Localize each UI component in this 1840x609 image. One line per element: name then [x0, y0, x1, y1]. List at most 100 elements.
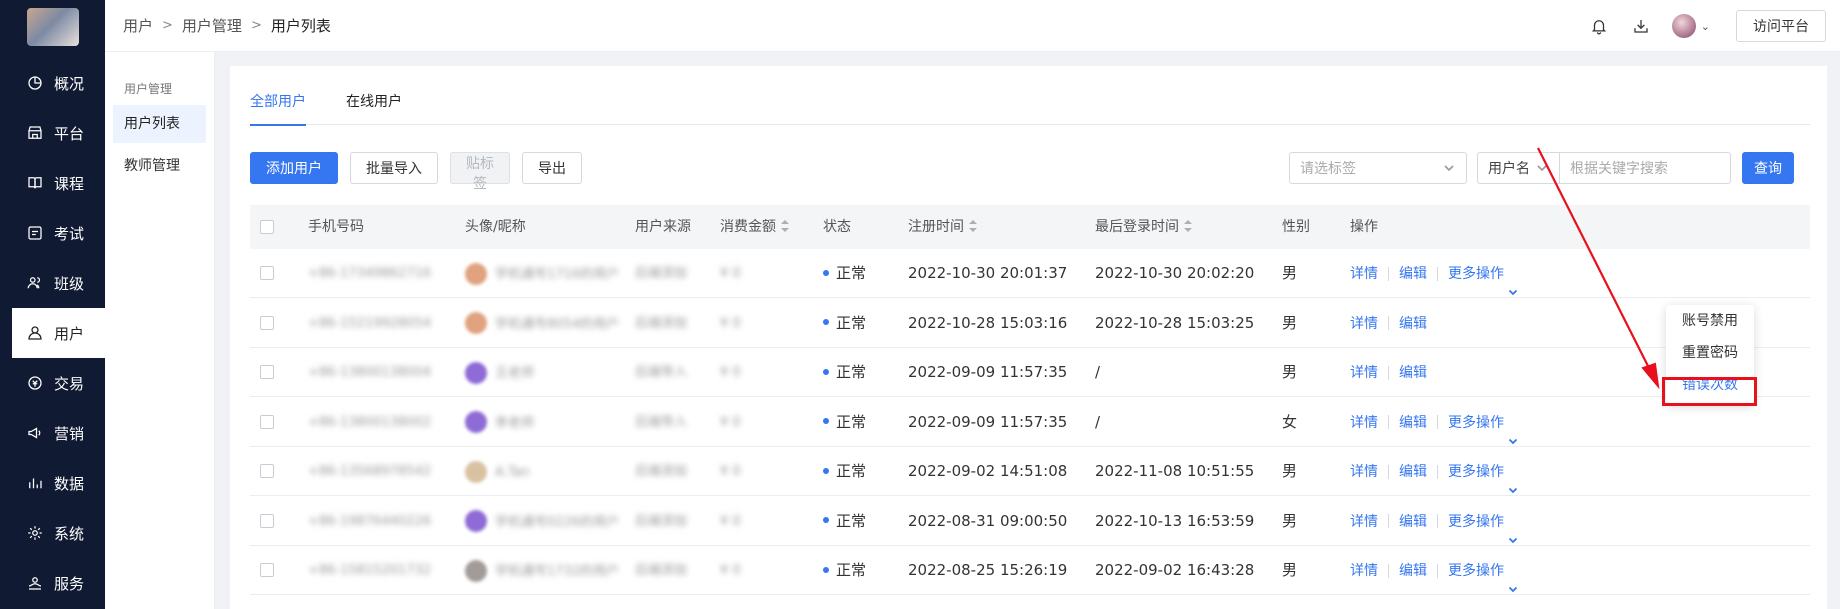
menu-item-disable-account[interactable]: 账号禁用 — [1666, 305, 1754, 337]
breadcrumb-current: 用户列表 — [270, 17, 331, 35]
row-checkbox[interactable] — [260, 464, 274, 478]
nav-item-class[interactable]: 班级 — [0, 258, 105, 308]
status-text: 正常 — [836, 264, 867, 282]
status-dot-icon — [823, 517, 829, 523]
more-actions-link[interactable]: 更多操作 — [1448, 415, 1518, 444]
sort-icon[interactable] — [969, 220, 977, 232]
system-icon — [26, 524, 44, 542]
logo[interactable] — [26, 8, 79, 46]
query-button[interactable]: 查询 — [1742, 152, 1794, 184]
row-checkbox[interactable] — [260, 315, 274, 330]
cell-status: 正常 — [823, 299, 866, 348]
tab-online-users[interactable]: 在线用户 — [346, 90, 402, 125]
book-icon — [26, 174, 44, 192]
edit-link[interactable]: 编辑 — [1399, 563, 1427, 579]
status-text: 正常 — [836, 511, 867, 530]
nav-item-book[interactable]: 课程 — [0, 158, 105, 208]
nav-item-data[interactable]: 数据 — [0, 458, 105, 508]
cell-avatar-name: 学机通号1732的用户 — [465, 546, 619, 595]
subnav-item-user-list[interactable]: 用户列表 — [113, 105, 206, 143]
detail-link[interactable]: 详情 — [1350, 365, 1378, 381]
cell-reg-time: 2022-08-25 15:26:19 — [908, 561, 1068, 579]
edit-link[interactable]: 编辑 — [1399, 514, 1427, 530]
more-actions-link[interactable]: 更多操作 — [1448, 563, 1518, 593]
status-dot-icon — [823, 368, 829, 375]
edit-link[interactable]: 编辑 — [1399, 316, 1427, 332]
nav-item-label: 系统 — [54, 524, 85, 543]
nav-item-label: 数据 — [54, 474, 85, 493]
edit-link[interactable]: 编辑 — [1399, 415, 1427, 431]
cell-status: 正常 — [823, 348, 866, 397]
nav-item-trade[interactable]: 交易 — [0, 358, 105, 408]
detail-link[interactable]: 详情 — [1350, 316, 1378, 332]
th-amount[interactable]: 消费金额 — [720, 205, 789, 249]
nav-item-service[interactable]: 服务 — [0, 558, 105, 608]
avatar — [465, 411, 487, 433]
subnav-item-teacher-management[interactable]: 教师管理 — [113, 147, 206, 185]
row-checkbox[interactable] — [260, 414, 274, 429]
nav-item-label: 考试 — [54, 224, 85, 243]
search-input[interactable]: 根据关键字搜索 — [1559, 152, 1731, 184]
edit-link[interactable]: 编辑 — [1399, 365, 1427, 381]
nav-item-store[interactable]: 平台 — [0, 108, 105, 158]
cell-actions: 详情 编辑 更多操作 — [1350, 249, 1518, 298]
cell-status: 正常 — [823, 249, 866, 298]
breadcrumb-item[interactable]: 用户 — [123, 15, 153, 36]
download-icon[interactable] — [1630, 15, 1652, 37]
add-user-button[interactable]: 添加用户 — [250, 152, 338, 184]
row-checkbox[interactable] — [260, 266, 274, 280]
tag-select[interactable]: 请选标签 — [1289, 152, 1467, 184]
chevron-down-icon — [1442, 161, 1456, 175]
main-card: 全部用户 在线用户 添加用户 批量导入 贴标签 导出 请选标签 用户名 根据关键… — [230, 66, 1827, 609]
nav-item-system[interactable]: 系统 — [0, 508, 105, 558]
divider — [1388, 514, 1389, 528]
more-actions-link[interactable]: 更多操作 — [1448, 464, 1518, 494]
service-icon — [26, 574, 44, 592]
row-checkbox[interactable] — [260, 563, 274, 577]
th-reg-time[interactable]: 注册时间 — [908, 205, 977, 249]
status-text: 正常 — [836, 462, 867, 480]
select-all-checkbox[interactable] — [260, 220, 274, 234]
nav-item-user[interactable]: 用户 — [12, 308, 105, 358]
menu-item-reset-password[interactable]: 重置密码 — [1666, 337, 1754, 369]
breadcrumb-item[interactable]: 用户管理 — [182, 15, 242, 36]
more-actions-link[interactable]: 更多操作 — [1448, 266, 1518, 296]
detail-link[interactable]: 详情 — [1350, 415, 1378, 431]
th-last-login[interactable]: 最后登录时间 — [1095, 205, 1192, 249]
export-button[interactable]: 导出 — [522, 152, 582, 184]
nav-item-label: 课程 — [54, 174, 85, 193]
visit-platform-button[interactable]: 访问平台 — [1736, 10, 1826, 42]
cell-actions: 详情 编辑 更多操作 — [1350, 447, 1518, 496]
more-actions-link[interactable]: 更多操作 — [1448, 514, 1518, 543]
edit-link[interactable]: 编辑 — [1399, 464, 1427, 480]
cell-actions: 详情 编辑 更多操作 — [1350, 398, 1518, 447]
detail-link[interactable]: 详情 — [1350, 563, 1378, 579]
row-checkbox[interactable] — [260, 513, 274, 528]
sort-icon[interactable] — [781, 220, 789, 232]
cell-phone: +86-13800138002 — [308, 414, 432, 430]
search-field-select[interactable]: 用户名 — [1477, 152, 1559, 184]
batch-import-button[interactable]: 批量导入 — [350, 152, 438, 184]
cell-gender: 男 — [1282, 264, 1298, 282]
user-menu[interactable]: ⌄ — [1671, 14, 1710, 38]
sort-icon[interactable] — [1184, 220, 1192, 232]
cell-nickname: A.Tan — [495, 465, 530, 480]
nav-item-overview[interactable]: 概况 — [0, 58, 105, 108]
th-avatar-name: 头像/昵称 — [465, 219, 526, 235]
bell-icon[interactable] — [1588, 15, 1610, 37]
divider — [1437, 415, 1438, 429]
edit-link[interactable]: 编辑 — [1399, 266, 1427, 282]
row-checkbox[interactable] — [260, 365, 274, 379]
detail-link[interactable]: 详情 — [1350, 464, 1378, 480]
divider — [1388, 266, 1389, 281]
tab-all-users[interactable]: 全部用户 — [250, 90, 306, 126]
table-header: 手机号码 头像/昵称 用户来源 消费金额 状态 注册时间 最后登录时间 性别 操… — [250, 205, 1810, 249]
nav-item-exam[interactable]: 考试 — [0, 208, 105, 258]
detail-link[interactable]: 详情 — [1350, 266, 1378, 282]
status-text: 正常 — [836, 561, 867, 579]
nav-item-marketing[interactable]: 营销 — [0, 408, 105, 458]
scrollbar[interactable] — [1827, 52, 1840, 609]
cell-phone: +86-13800138004 — [308, 365, 432, 380]
detail-link[interactable]: 详情 — [1350, 514, 1378, 530]
cell-last-login: / — [1095, 363, 1101, 381]
